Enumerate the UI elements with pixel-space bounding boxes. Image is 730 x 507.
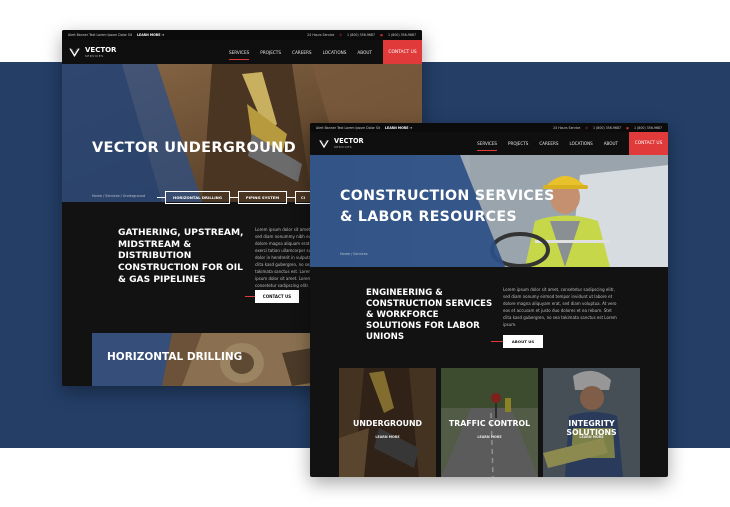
alert-banner-link[interactable]: LEARN MORE → <box>385 126 412 130</box>
service-hours-text: 24 Hours Service <box>553 125 581 130</box>
chip-connector <box>287 197 295 198</box>
about-us-button[interactable]: ABOUT US <box>503 335 543 348</box>
strip-title: HORIZONTAL DRILLING <box>107 351 243 363</box>
hero-title-line1: CONSTRUCTION SERVICES <box>340 188 555 204</box>
nav-projects[interactable]: PROJECTS <box>508 141 528 146</box>
top-alert-bar: Alert Banner Text Lorem Ipsum Dolor Sit … <box>62 30 422 40</box>
tile-title: TRAFFIC CONTROL <box>448 419 531 428</box>
main-nav: VECTOR SERVICES SERVICES PROJECTS CAREER… <box>310 132 668 155</box>
logo-name: VECTOR <box>85 45 117 54</box>
horizontal-drilling-strip[interactable]: HORIZONTAL DRILLING <box>92 333 342 386</box>
body-text: Lorem ipsum dolor sit amet, consetetur s… <box>503 287 617 327</box>
nav-services[interactable]: SERVICES <box>477 141 497 151</box>
service-hours-text: 24 Hours Service <box>307 33 335 37</box>
alert-banner-link[interactable]: LEARN MORE → <box>137 33 164 37</box>
tile-title: UNDERGROUND <box>352 419 423 428</box>
phone-icon: ✆ <box>339 33 343 37</box>
logo-name: VECTOR <box>334 137 364 146</box>
top-alert-bar: Alert Banner Text Lorem Ipsum Dolor Sit … <box>310 123 668 132</box>
logo-mark-icon <box>69 47 80 57</box>
logo-mark-icon <box>319 139 329 148</box>
phone-icon-alt: ▣ <box>380 33 384 37</box>
mockup-stage: Alert Banner Text Lorem Ipsum Dolor Sit … <box>0 0 730 507</box>
chip-piping-system[interactable]: PIPING SYSTEM <box>238 191 287 204</box>
hero-title: CONSTRUCTION SERVICES & LABOR RESOURCES <box>340 186 555 227</box>
section-title: ENGINEERING & CONSTRUCTION SERVICES & WO… <box>366 288 493 342</box>
logo[interactable]: VECTOR SERVICES <box>318 138 364 150</box>
nav-locations[interactable]: LOCATIONS <box>569 141 592 146</box>
nav-projects[interactable]: PROJECTS <box>260 50 281 55</box>
contact-us-button[interactable]: CONTACT US <box>383 40 422 64</box>
logo-sub: SERVICES <box>85 53 104 58</box>
contact-us-small-button[interactable]: CONTACT US <box>255 290 299 303</box>
main-nav: VECTOR SERVICES SERVICES PROJECTS CAREER… <box>62 40 422 64</box>
chip-connector <box>230 197 238 198</box>
body-text: Lorem ipsum dolor sit amet, sed diam non… <box>255 227 315 288</box>
nav-services[interactable]: SERVICES <box>228 50 250 60</box>
alert-banner-text: Alert Banner Text Lorem Ipsum Dolor Sit <box>316 125 380 130</box>
chip-connector <box>157 197 165 198</box>
tile-learn-more[interactable]: LEARN MORE <box>441 435 538 439</box>
hero-title: VECTOR UNDERGROUND <box>92 140 296 156</box>
hero-title-line2: & LABOR RESOURCES <box>340 208 517 225</box>
tile-learn-more[interactable]: LEARN MORE <box>339 435 436 439</box>
nav-careers[interactable]: CAREERS <box>292 50 312 55</box>
breadcrumb: Home / Services / Underground <box>92 194 146 198</box>
phone-icon-alt: ▣ <box>626 125 630 130</box>
phone-icon: ✆ <box>585 125 589 130</box>
nav-about[interactable]: ABOUT <box>357 50 372 55</box>
alert-banner-text: Alert Banner Text Lorem Ipsum Dolor Sit <box>68 33 132 37</box>
phone-number[interactable]: 1 (800) 356-9687 <box>593 126 621 130</box>
hero-banner: CONSTRUCTION SERVICES & LABOR RESOURCES … <box>310 155 668 267</box>
tile-underground[interactable]: UNDERGROUND LEARN MORE <box>339 368 436 477</box>
logo[interactable]: VECTOR SERVICES <box>68 46 116 59</box>
phone-number-alt[interactable]: 1 (800) 356-9687 <box>634 126 662 130</box>
section-title: GATHERING, UPSTREAM, MIDSTREAM & DISTRIB… <box>118 228 244 285</box>
breadcrumb: Home / Services <box>340 252 368 256</box>
tile-traffic-control[interactable]: TRAFFIC CONTROL LEARN MORE <box>441 368 538 477</box>
front-page-window: Alert Banner Text Lorem Ipsum Dolor Sit … <box>310 123 668 477</box>
logo-sub: SERVICES <box>334 144 353 149</box>
chip-horizontal-drilling[interactable]: HORIZONTAL DRILLING <box>165 191 230 204</box>
tile-learn-more[interactable]: LEARN MORE <box>543 435 640 439</box>
contact-us-button[interactable]: CONTACT US <box>629 132 668 155</box>
phone-number[interactable]: 1 (800) 356-9687 <box>347 33 375 37</box>
phone-number-alt[interactable]: 1 (800) 356-9687 <box>388 33 416 37</box>
nav-about[interactable]: ABOUT <box>604 141 618 146</box>
nav-locations[interactable]: LOCATIONS <box>323 50 347 55</box>
nav-careers[interactable]: CAREERS <box>539 141 558 146</box>
tile-integrity-solutions[interactable]: INTEGRITY SOLUTIONS LEARN MORE <box>543 368 640 477</box>
